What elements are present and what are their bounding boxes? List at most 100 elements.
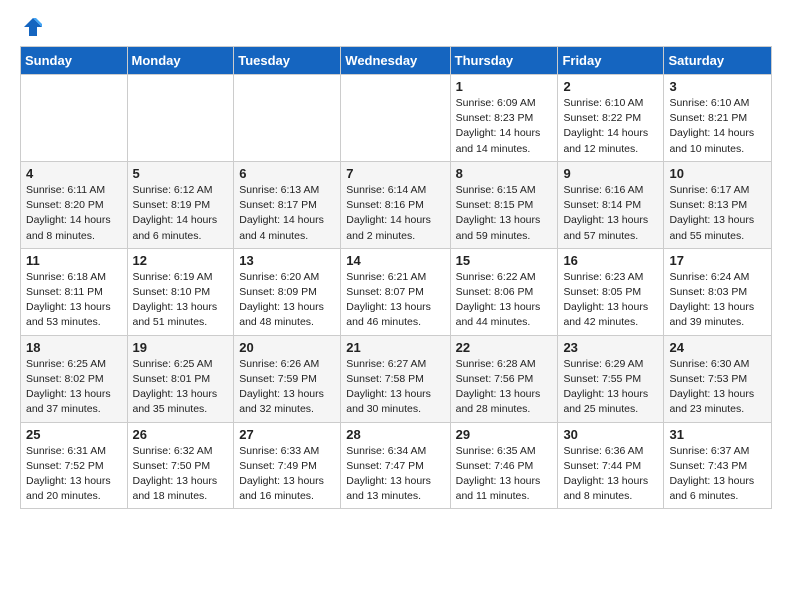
day-cell bbox=[234, 75, 341, 162]
th-sunday: Sunday bbox=[21, 47, 128, 75]
day-detail: Sunrise: 6:16 AM Sunset: 8:14 PM Dayligh… bbox=[563, 183, 658, 244]
day-number: 24 bbox=[669, 340, 766, 355]
header bbox=[20, 16, 772, 38]
day-cell: 25 Sunrise: 6:31 AM Sunset: 7:52 PM Dayli… bbox=[21, 422, 128, 509]
day-detail: Sunrise: 6:25 AM Sunset: 8:01 PM Dayligh… bbox=[133, 357, 229, 418]
day-number: 6 bbox=[239, 166, 335, 181]
day-detail: Sunrise: 6:35 AM Sunset: 7:46 PM Dayligh… bbox=[456, 444, 553, 505]
day-cell: 10Sunrise: 6:17 AM Sunset: 8:13 PM Dayli… bbox=[664, 161, 772, 248]
day-number: 11 bbox=[26, 253, 122, 268]
day-detail: Sunrise: 6:29 AM Sunset: 7:55 PM Dayligh… bbox=[563, 357, 658, 418]
day-number: 7 bbox=[346, 166, 444, 181]
day-cell: 15 Sunrise: 6:22 AM Sunset: 8:06 PM Dayli… bbox=[450, 248, 558, 335]
day-detail: Sunrise: 6:10 AM Sunset: 8:22 PM Dayligh… bbox=[563, 96, 658, 157]
day-detail: Sunrise: 6:17 AM Sunset: 8:13 PM Dayligh… bbox=[669, 183, 766, 244]
logo bbox=[20, 16, 44, 38]
day-number: 18 bbox=[26, 340, 122, 355]
day-cell bbox=[127, 75, 234, 162]
header-row: Sunday Monday Tuesday Wednesday Thursday… bbox=[21, 47, 772, 75]
day-number: 30 bbox=[563, 427, 658, 442]
day-detail: Sunrise: 6:36 AM Sunset: 7:44 PM Dayligh… bbox=[563, 444, 658, 505]
day-cell: 28Sunrise: 6:34 AM Sunset: 7:47 PM Dayli… bbox=[341, 422, 450, 509]
day-number: 14 bbox=[346, 253, 444, 268]
day-cell: 23 Sunrise: 6:29 AM Sunset: 7:55 PM Dayli… bbox=[558, 335, 664, 422]
day-number: 26 bbox=[133, 427, 229, 442]
day-cell: 11 Sunrise: 6:18 AM Sunset: 8:11 PM Dayli… bbox=[21, 248, 128, 335]
day-cell: 16Sunrise: 6:23 AM Sunset: 8:05 PM Dayli… bbox=[558, 248, 664, 335]
day-detail: Sunrise: 6:27 AM Sunset: 7:58 PM Dayligh… bbox=[346, 357, 444, 418]
day-detail: Sunrise: 6:24 AM Sunset: 8:03 PM Dayligh… bbox=[669, 270, 766, 331]
day-cell: 26 Sunrise: 6:32 AM Sunset: 7:50 PM Dayli… bbox=[127, 422, 234, 509]
day-cell: 14 Sunrise: 6:21 AM Sunset: 8:07 PM Dayli… bbox=[341, 248, 450, 335]
day-detail: Sunrise: 6:14 AM Sunset: 8:16 PM Dayligh… bbox=[346, 183, 444, 244]
day-number: 1 bbox=[456, 79, 553, 94]
calendar-table: Sunday Monday Tuesday Wednesday Thursday… bbox=[20, 46, 772, 509]
th-thursday: Thursday bbox=[450, 47, 558, 75]
day-detail: Sunrise: 6:20 AM Sunset: 8:09 PM Dayligh… bbox=[239, 270, 335, 331]
week-row-5: 25 Sunrise: 6:31 AM Sunset: 7:52 PM Dayli… bbox=[21, 422, 772, 509]
th-wednesday: Wednesday bbox=[341, 47, 450, 75]
day-detail: Sunrise: 6:09 AM Sunset: 8:23 PM Dayligh… bbox=[456, 96, 553, 157]
th-monday: Monday bbox=[127, 47, 234, 75]
day-number: 28 bbox=[346, 427, 444, 442]
day-number: 9 bbox=[563, 166, 658, 181]
day-detail: Sunrise: 6:25 AM Sunset: 8:02 PM Dayligh… bbox=[26, 357, 122, 418]
day-detail: Sunrise: 6:10 AM Sunset: 8:21 PM Dayligh… bbox=[669, 96, 766, 157]
day-detail: Sunrise: 6:22 AM Sunset: 8:06 PM Dayligh… bbox=[456, 270, 553, 331]
day-detail: Sunrise: 6:30 AM Sunset: 7:53 PM Dayligh… bbox=[669, 357, 766, 418]
day-detail: Sunrise: 6:33 AM Sunset: 7:49 PM Dayligh… bbox=[239, 444, 335, 505]
day-number: 15 bbox=[456, 253, 553, 268]
day-cell: 22Sunrise: 6:28 AM Sunset: 7:56 PM Dayli… bbox=[450, 335, 558, 422]
day-detail: Sunrise: 6:37 AM Sunset: 7:43 PM Dayligh… bbox=[669, 444, 766, 505]
logo-icon bbox=[22, 16, 44, 38]
day-cell: 24 Sunrise: 6:30 AM Sunset: 7:53 PM Dayli… bbox=[664, 335, 772, 422]
day-cell: 21 Sunrise: 6:27 AM Sunset: 7:58 PM Dayli… bbox=[341, 335, 450, 422]
day-number: 25 bbox=[26, 427, 122, 442]
day-cell: 19 Sunrise: 6:25 AM Sunset: 8:01 PM Dayli… bbox=[127, 335, 234, 422]
day-cell: 2 Sunrise: 6:10 AM Sunset: 8:22 PM Daylig… bbox=[558, 75, 664, 162]
day-detail: Sunrise: 6:11 AM Sunset: 8:20 PM Dayligh… bbox=[26, 183, 122, 244]
day-detail: Sunrise: 6:21 AM Sunset: 8:07 PM Dayligh… bbox=[346, 270, 444, 331]
day-detail: Sunrise: 6:32 AM Sunset: 7:50 PM Dayligh… bbox=[133, 444, 229, 505]
day-number: 23 bbox=[563, 340, 658, 355]
day-detail: Sunrise: 6:12 AM Sunset: 8:19 PM Dayligh… bbox=[133, 183, 229, 244]
day-cell: 29 Sunrise: 6:35 AM Sunset: 7:46 PM Dayli… bbox=[450, 422, 558, 509]
th-friday: Friday bbox=[558, 47, 664, 75]
day-cell: 3 Sunrise: 6:10 AM Sunset: 8:21 PM Daylig… bbox=[664, 75, 772, 162]
week-row-3: 11 Sunrise: 6:18 AM Sunset: 8:11 PM Dayli… bbox=[21, 248, 772, 335]
day-number: 12 bbox=[133, 253, 229, 268]
day-number: 21 bbox=[346, 340, 444, 355]
day-detail: Sunrise: 6:18 AM Sunset: 8:11 PM Dayligh… bbox=[26, 270, 122, 331]
day-cell: 1 Sunrise: 6:09 AM Sunset: 8:23 PM Daylig… bbox=[450, 75, 558, 162]
day-detail: Sunrise: 6:28 AM Sunset: 7:56 PM Dayligh… bbox=[456, 357, 553, 418]
day-detail: Sunrise: 6:19 AM Sunset: 8:10 PM Dayligh… bbox=[133, 270, 229, 331]
day-cell: 31 Sunrise: 6:37 AM Sunset: 7:43 PM Dayli… bbox=[664, 422, 772, 509]
day-detail: Sunrise: 6:23 AM Sunset: 8:05 PM Dayligh… bbox=[563, 270, 658, 331]
day-detail: Sunrise: 6:26 AM Sunset: 7:59 PM Dayligh… bbox=[239, 357, 335, 418]
day-cell: 9 Sunrise: 6:16 AM Sunset: 8:14 PM Daylig… bbox=[558, 161, 664, 248]
day-number: 8 bbox=[456, 166, 553, 181]
day-number: 13 bbox=[239, 253, 335, 268]
day-cell: 4Sunrise: 6:11 AM Sunset: 8:20 PM Daylig… bbox=[21, 161, 128, 248]
day-number: 2 bbox=[563, 79, 658, 94]
week-row-4: 18 Sunrise: 6:25 AM Sunset: 8:02 PM Dayli… bbox=[21, 335, 772, 422]
day-cell bbox=[21, 75, 128, 162]
day-number: 19 bbox=[133, 340, 229, 355]
day-cell: 30 Sunrise: 6:36 AM Sunset: 7:44 PM Dayli… bbox=[558, 422, 664, 509]
day-detail: Sunrise: 6:31 AM Sunset: 7:52 PM Dayligh… bbox=[26, 444, 122, 505]
day-detail: Sunrise: 6:15 AM Sunset: 8:15 PM Dayligh… bbox=[456, 183, 553, 244]
day-cell: 5 Sunrise: 6:12 AM Sunset: 8:19 PM Daylig… bbox=[127, 161, 234, 248]
day-number: 20 bbox=[239, 340, 335, 355]
day-number: 5 bbox=[133, 166, 229, 181]
day-number: 31 bbox=[669, 427, 766, 442]
day-detail: Sunrise: 6:13 AM Sunset: 8:17 PM Dayligh… bbox=[239, 183, 335, 244]
day-cell bbox=[341, 75, 450, 162]
week-row-2: 4Sunrise: 6:11 AM Sunset: 8:20 PM Daylig… bbox=[21, 161, 772, 248]
day-cell: 7 Sunrise: 6:14 AM Sunset: 8:16 PM Daylig… bbox=[341, 161, 450, 248]
th-tuesday: Tuesday bbox=[234, 47, 341, 75]
day-cell: 8 Sunrise: 6:15 AM Sunset: 8:15 PM Daylig… bbox=[450, 161, 558, 248]
day-number: 29 bbox=[456, 427, 553, 442]
day-cell: 27Sunrise: 6:33 AM Sunset: 7:49 PM Dayli… bbox=[234, 422, 341, 509]
day-number: 3 bbox=[669, 79, 766, 94]
day-cell: 12 Sunrise: 6:19 AM Sunset: 8:10 PM Dayli… bbox=[127, 248, 234, 335]
